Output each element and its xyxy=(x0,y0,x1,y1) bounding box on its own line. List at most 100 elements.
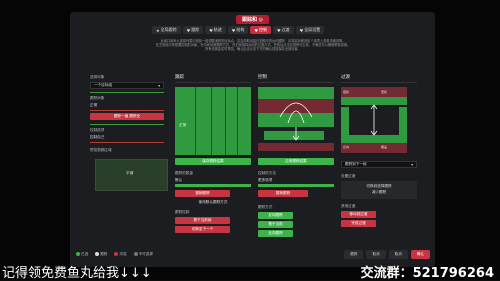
legend-label: 跟踪 xyxy=(100,252,108,256)
legend-dot-icon xyxy=(133,252,138,256)
tab-bar: ★ 全局跟踪 ♥ 跟踪 ♥ 轨迹 ♥ 结构 ♥ 控制 ♥ 过渡 ♥ 全局设置 xyxy=(152,26,325,34)
divider xyxy=(90,110,164,111)
legend-item: 不可选择 xyxy=(133,252,153,257)
control-column: 控制 应用跟踪结果 控制的方法 更多选项 替换跟踪 跟踪方式 反向跟踪 基于当前… xyxy=(258,74,334,237)
tracking-column: 跟踪 正常 保存跟踪结果 跟踪的数量 默认 撤销跟踪 使用默认跟踪方式 跟踪控制… xyxy=(175,74,251,233)
footer-buttons: 跟踪 取消 取消 确认 xyxy=(344,250,430,259)
tab-label: 全局设置 xyxy=(304,27,321,32)
reduce-tracking-option[interactable]: 减少跟踪 xyxy=(341,190,417,195)
tab-label: 轨迹 xyxy=(213,27,222,32)
divider xyxy=(90,142,164,143)
control-method-value: 更多选项 xyxy=(258,178,273,182)
star-icon: ★ xyxy=(156,27,160,33)
save-tracking-button[interactable]: 保存跟踪结果 xyxy=(175,158,251,165)
finish-transition-button[interactable]: 完成过渡 xyxy=(341,220,376,227)
control-method-bar[interactable] xyxy=(258,184,334,187)
tracking-label: 跟踪对象 xyxy=(90,96,105,100)
control-header: 控制 xyxy=(258,74,334,83)
default-tracking-text: 使用默认跟踪方式 xyxy=(198,200,228,204)
chevron-down-icon: ▾ xyxy=(158,83,160,88)
legend-label: 已选 xyxy=(81,252,89,256)
tab-3[interactable]: ♥ 结构 xyxy=(227,26,249,34)
switch-tracking-option[interactable]: 切换到选择跟踪 xyxy=(341,184,417,189)
transition-select-value: 跟踪到下一帧 xyxy=(345,162,367,166)
control-diagram[interactable] xyxy=(258,87,334,155)
object-select-value: 一个目标组 xyxy=(94,83,112,87)
select-label: 选择对象 xyxy=(90,75,105,79)
tracking-block[interactable]: 正常 xyxy=(175,87,251,155)
footer-cancel-button[interactable]: 取消 xyxy=(366,250,386,259)
divider xyxy=(90,92,164,93)
flow-arrows-icon xyxy=(279,102,313,141)
control-mode-label: 跟踪方式 xyxy=(258,205,273,209)
tracking-block-label: 正常 xyxy=(179,123,187,127)
heart-icon: ♥ xyxy=(254,27,258,33)
tab-0[interactable]: ★ 全局跟踪 xyxy=(152,26,181,34)
heart-icon: ♥ xyxy=(209,27,213,33)
footer-cancel-button-2[interactable]: 取消 xyxy=(388,250,408,259)
transition-header: 过渡 xyxy=(341,74,417,83)
tracking-count-bar[interactable] xyxy=(175,184,251,187)
chevron-down-icon: ▾ xyxy=(411,162,413,167)
dialog-title: 跟踪和 ◎ xyxy=(235,15,270,24)
legend-item: 冲突 xyxy=(114,252,127,257)
dialog-title-bar: 跟踪和 ◎ xyxy=(70,12,435,24)
tracking-dialog: 跟踪和 ◎ ★ 全局跟踪 ♥ 跟踪 ♥ 轨迹 ♥ 结构 ♥ 控制 ♥ 过渡 ♥ 全局设置 此窗口用来从选择… xyxy=(70,12,435,267)
legend-item: 已选 xyxy=(76,252,88,257)
divider xyxy=(90,124,164,125)
tab-2[interactable]: ♥ 轨迹 xyxy=(205,26,226,34)
current-frame-button[interactable]: 基于当前帧 xyxy=(175,217,230,224)
sidebar: 选择对象 一个目标组 ▾ 跟踪对象 正常 跟踪一遍 跟踪全 控制选项 控制自己 … xyxy=(90,72,164,155)
transition-arrows-icon xyxy=(370,104,378,136)
apply-tracking-button[interactable]: 应用跟踪结果 xyxy=(258,158,334,165)
footer-track-button[interactable]: 跟踪 xyxy=(344,250,364,259)
heart-icon: ♥ xyxy=(231,27,236,33)
legend-label: 冲突 xyxy=(119,252,127,256)
track-button[interactable]: 跟踪一遍 跟踪全 xyxy=(90,113,164,120)
stream-frame: 跟踪和 ◎ ★ 全局跟踪 ♥ 跟踪 ♥ 轨迹 ♥ 结构 ♥ 控制 ♥ 过渡 ♥ 全局设置 此窗口用来从选择… xyxy=(0,0,500,281)
legend-dot-icon xyxy=(95,252,100,256)
current-based-button[interactable]: 基于当前 xyxy=(258,221,293,228)
description-text: 此窗口用来从选择列表中找到一组想要追踪的目标点。这会帮助创建在视频中的运动跟踪，… xyxy=(88,39,418,51)
tab-label: 控制 xyxy=(258,27,267,32)
replace-tracking-button[interactable]: 替换跟踪 xyxy=(258,190,308,197)
next-frame-button[interactable]: 切换至下一个 xyxy=(175,226,230,233)
transition-diagram[interactable]: 跟踪 更新 反向 覆盖 xyxy=(341,87,417,155)
legend-dot-icon xyxy=(114,252,119,256)
control-method-label: 控制的方法 xyxy=(258,171,276,175)
control-value: 控制自己 xyxy=(90,135,105,139)
tracking-control-label: 跟踪控制 xyxy=(175,210,190,214)
stream-caption-left: 记得领免费鱼丸给我↓↓↓ xyxy=(2,266,152,281)
legend-label: 不可选择 xyxy=(138,252,153,256)
heart-icon: ♥ xyxy=(299,27,304,33)
preview-thumbnail[interactable]: 平铺 xyxy=(95,159,168,191)
preview-label: 预览视频区域 xyxy=(90,148,112,152)
reverse-tracking-button-2[interactable]: 反向跟踪 xyxy=(258,230,293,237)
tab-label: 跟踪 xyxy=(191,27,200,32)
transition-options: 切换到选择跟踪 减少跟踪 xyxy=(341,181,417,199)
undo-tracking-button[interactable]: 撤销跟踪 xyxy=(175,190,230,197)
tracking-count-value: 默认 xyxy=(175,178,183,182)
transition-setting-label: 设置过渡 xyxy=(341,174,356,178)
tab-6[interactable]: ♥ 全局设置 xyxy=(295,26,325,34)
move-transition-button[interactable]: 移动到过渡 xyxy=(341,211,376,218)
stream-caption-right: 交流群：521796264 xyxy=(360,266,494,281)
reverse-tracking-button[interactable]: 反向跟踪 xyxy=(258,212,293,219)
tracking-header: 跟踪 xyxy=(175,74,251,83)
object-select[interactable]: 一个目标组 ▾ xyxy=(90,82,164,89)
transition-column: 过渡 跟踪 更新 反向 覆盖 跟踪到下一帧 ▾ 设置过渡 切换到选择跟踪 减少跟… xyxy=(341,74,417,227)
control-label: 控制选项 xyxy=(90,128,105,132)
footer-confirm-button[interactable]: 确认 xyxy=(410,250,430,259)
other-transition-label: 其他过渡 xyxy=(341,204,356,208)
tracking-count-label: 跟踪的数量 xyxy=(175,171,193,175)
heart-icon: ♥ xyxy=(186,27,191,33)
tab-label: 结构 xyxy=(236,27,245,32)
legend: 已选 跟踪 冲突 不可选择 xyxy=(76,252,153,257)
heart-icon: ♥ xyxy=(276,27,281,33)
tab-4[interactable]: ♥ 控制 xyxy=(250,26,271,34)
tab-label: 全局跟踪 xyxy=(160,27,177,32)
tracking-value: 正常 xyxy=(90,103,98,107)
transition-select[interactable]: 跟踪到下一帧 ▾ xyxy=(341,161,417,168)
tab-1[interactable]: ♥ 跟踪 xyxy=(182,26,204,34)
tab-5[interactable]: ♥ 过渡 xyxy=(272,26,294,34)
